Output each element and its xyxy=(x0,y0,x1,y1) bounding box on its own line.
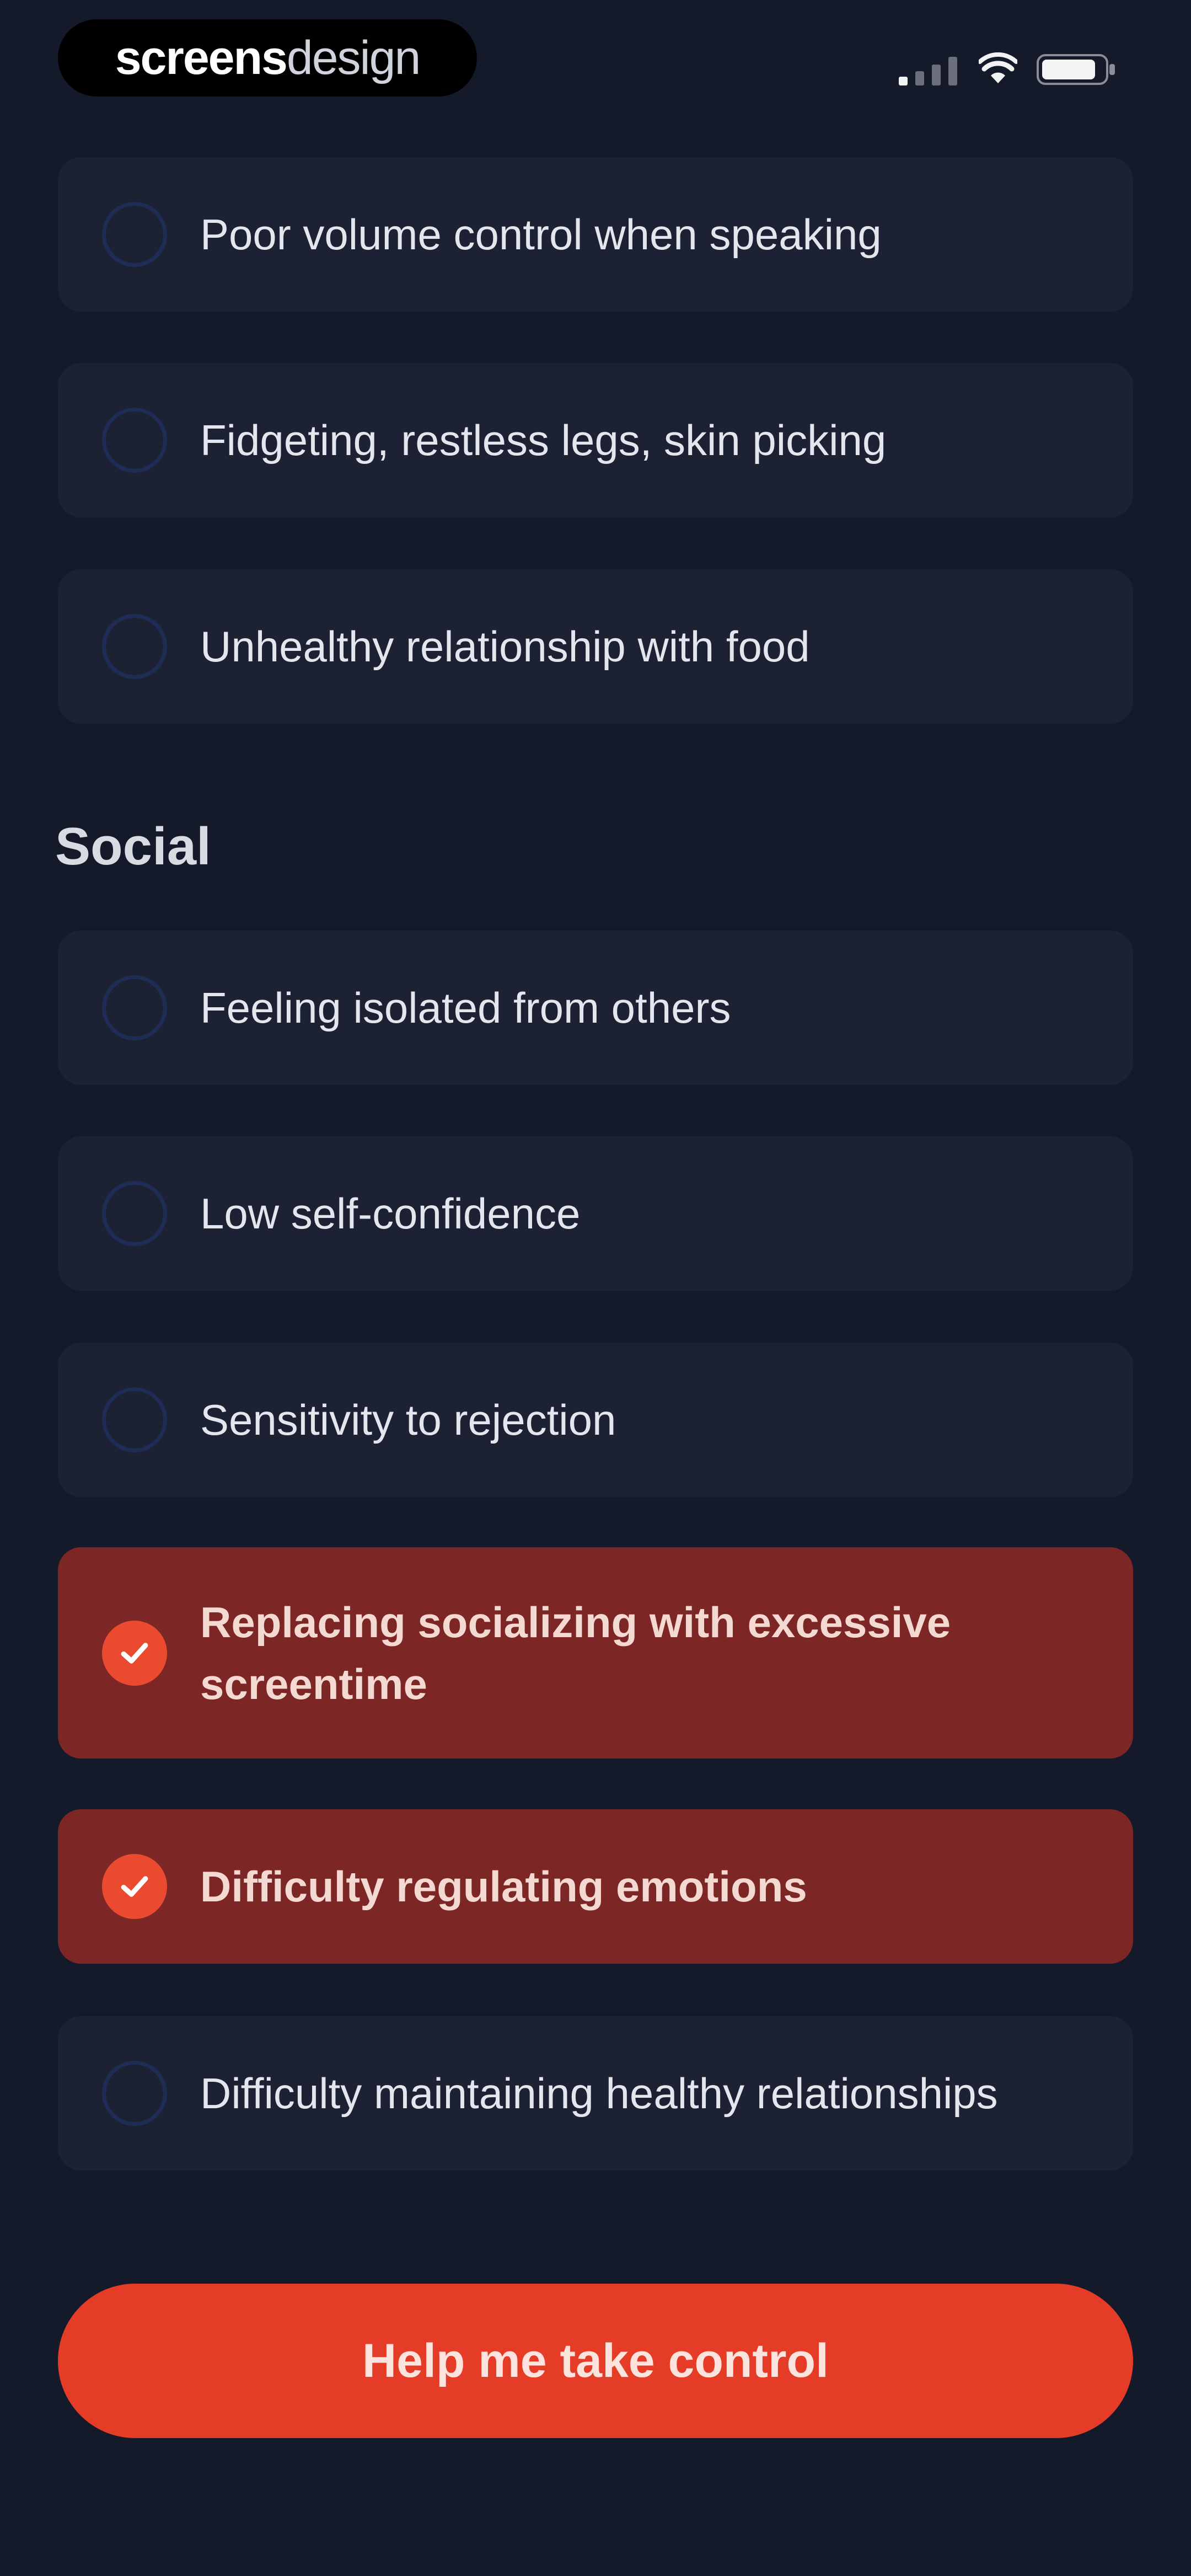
radio-unchecked-icon xyxy=(102,614,167,679)
brand-primary: screens xyxy=(115,31,288,84)
option-unhealthy-food-relationship[interactable]: Unhealthy relationship with food xyxy=(58,569,1133,724)
brand-secondary: design xyxy=(286,31,421,84)
option-difficulty-maintaining-relationships[interactable]: Difficulty maintaining healthy relations… xyxy=(58,2016,1133,2171)
option-feeling-isolated[interactable]: Feeling isolated from others xyxy=(58,931,1133,1085)
option-label: Feeling isolated from others xyxy=(200,984,731,1032)
option-label: Difficulty regulating emotions xyxy=(200,1862,807,1911)
section-heading-social: Social xyxy=(55,817,211,876)
wifi-icon xyxy=(979,52,1017,83)
option-label: Unhealthy relationship with food xyxy=(200,622,810,671)
battery-icon xyxy=(1037,54,1115,85)
option-label: Sensitivity to rejection xyxy=(200,1396,616,1444)
option-difficulty-regulating-emotions[interactable]: Difficulty regulating emotions xyxy=(58,1809,1133,1964)
status-bar: screens design xyxy=(0,0,1191,116)
option-sensitivity-to-rejection[interactable]: Sensitivity to rejection xyxy=(58,1343,1133,1497)
radio-unchecked-icon xyxy=(102,408,167,473)
radio-unchecked-icon xyxy=(102,2061,167,2126)
option-poor-volume-control[interactable]: Poor volume control when speaking xyxy=(58,157,1133,312)
radio-unchecked-icon xyxy=(102,202,167,267)
checkmark-icon xyxy=(102,1620,167,1686)
option-label: Fidgeting, restless legs, skin picking xyxy=(200,416,887,464)
radio-unchecked-icon xyxy=(102,1387,167,1452)
option-label: Low self-confidence xyxy=(200,1189,581,1238)
option-label: Difficulty maintaining healthy relations… xyxy=(200,2069,998,2118)
radio-unchecked-icon xyxy=(102,975,167,1040)
brand-badge: screens design xyxy=(58,19,477,97)
option-label: Poor volume control when speaking xyxy=(200,210,882,259)
help-me-take-control-button[interactable]: Help me take control xyxy=(58,2284,1133,2438)
signal-icon xyxy=(899,57,957,85)
checkmark-icon xyxy=(102,1854,167,1919)
option-replacing-socializing[interactable]: Replacing socializing with excessive scr… xyxy=(58,1547,1133,1759)
option-low-self-confidence[interactable]: Low self-confidence xyxy=(58,1136,1133,1291)
option-fidgeting[interactable]: Fidgeting, restless legs, skin picking xyxy=(58,363,1133,517)
option-label: Replacing socializing with excessive scr… xyxy=(200,1597,951,1708)
radio-unchecked-icon xyxy=(102,1181,167,1246)
